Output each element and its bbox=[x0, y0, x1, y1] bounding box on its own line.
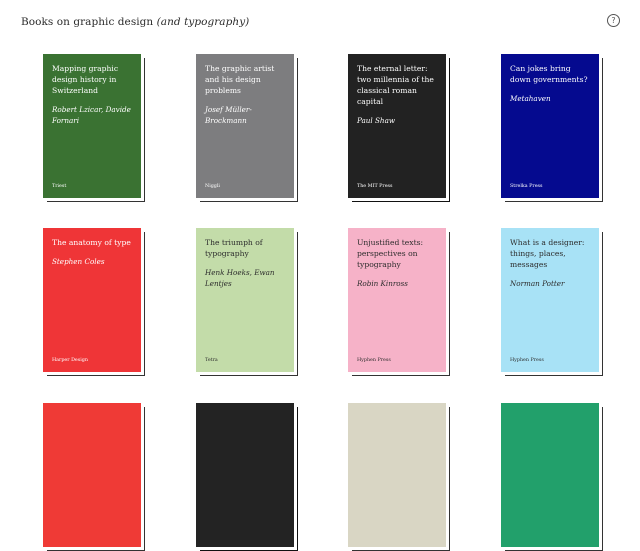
book-publisher: Strelka Press bbox=[510, 184, 543, 189]
book-cover bbox=[501, 403, 599, 547]
book-publisher: Triest bbox=[52, 184, 67, 189]
book-publisher: Hyphen Press bbox=[510, 358, 544, 363]
book-publisher: Harper Design bbox=[52, 358, 88, 363]
book-card[interactable]: What is a designer: things, places, mess… bbox=[501, 228, 603, 376]
book-authors: Norman Potter bbox=[510, 279, 565, 288]
book-cover bbox=[196, 403, 294, 547]
book-cover: Can jokes bring down governments? Metaha… bbox=[501, 54, 599, 198]
book-authors: Robert Lzicar, Davide Fornari bbox=[52, 105, 131, 125]
book-publisher: Niggli bbox=[205, 184, 220, 189]
book-title: The triumph of typography bbox=[205, 238, 263, 258]
book-publisher: Hyphen Press bbox=[357, 358, 391, 363]
book-card[interactable] bbox=[43, 403, 145, 551]
book-card[interactable]: The eternal letter: two millennia of the… bbox=[348, 54, 450, 202]
book-title: What is a designer: things, places, mess… bbox=[510, 238, 585, 269]
book-authors: Metahaven bbox=[510, 94, 551, 103]
book-title: Can jokes bring down governments? bbox=[510, 64, 588, 84]
book-cover bbox=[43, 403, 141, 547]
book-title: The anatomy of type bbox=[52, 238, 131, 247]
book-cover: The graphic artist and his design proble… bbox=[196, 54, 294, 198]
book-cover: The triumph of typography Henk Hoeks, Ew… bbox=[196, 228, 294, 372]
book-cover: The eternal letter: two millennia of the… bbox=[348, 54, 446, 198]
book-cover: What is a designer: things, places, mess… bbox=[501, 228, 599, 372]
book-card[interactable] bbox=[501, 403, 603, 551]
book-card[interactable]: Mapping graphic design history in Switze… bbox=[43, 54, 145, 202]
book-card[interactable] bbox=[348, 403, 450, 551]
book-title: The eternal letter: two millennia of the… bbox=[357, 64, 434, 106]
book-cover bbox=[348, 403, 446, 547]
book-authors: Henk Hoeks, Ewan Lentjes bbox=[205, 268, 275, 288]
book-card[interactable]: The graphic artist and his design proble… bbox=[196, 54, 298, 202]
book-authors: Josef Müller-Brockmann bbox=[205, 105, 252, 125]
book-card[interactable]: The triumph of typography Henk Hoeks, Ew… bbox=[196, 228, 298, 376]
book-card[interactable]: Can jokes bring down governments? Metaha… bbox=[501, 54, 603, 202]
book-card[interactable]: Unjustified texts: perspectives on typog… bbox=[348, 228, 450, 376]
book-cover: The anatomy of type Stephen Coles Harper… bbox=[43, 228, 141, 372]
book-grid: Mapping graphic design history in Switze… bbox=[0, 0, 640, 551]
book-publisher: Tetra bbox=[205, 358, 218, 363]
book-cover: Mapping graphic design history in Switze… bbox=[43, 54, 141, 198]
book-title: The graphic artist and his design proble… bbox=[205, 64, 275, 95]
book-card[interactable] bbox=[196, 403, 298, 551]
book-authors: Stephen Coles bbox=[52, 257, 105, 266]
book-card[interactable]: The anatomy of type Stephen Coles Harper… bbox=[43, 228, 145, 376]
book-title: Mapping graphic design history in Switze… bbox=[52, 64, 119, 95]
book-authors: Paul Shaw bbox=[357, 116, 396, 125]
book-cover: Unjustified texts: perspectives on typog… bbox=[348, 228, 446, 372]
book-authors: Robin Kinross bbox=[357, 279, 408, 288]
book-title: Unjustified texts: perspectives on typog… bbox=[357, 238, 424, 269]
book-publisher: The MIT Press bbox=[357, 184, 393, 189]
